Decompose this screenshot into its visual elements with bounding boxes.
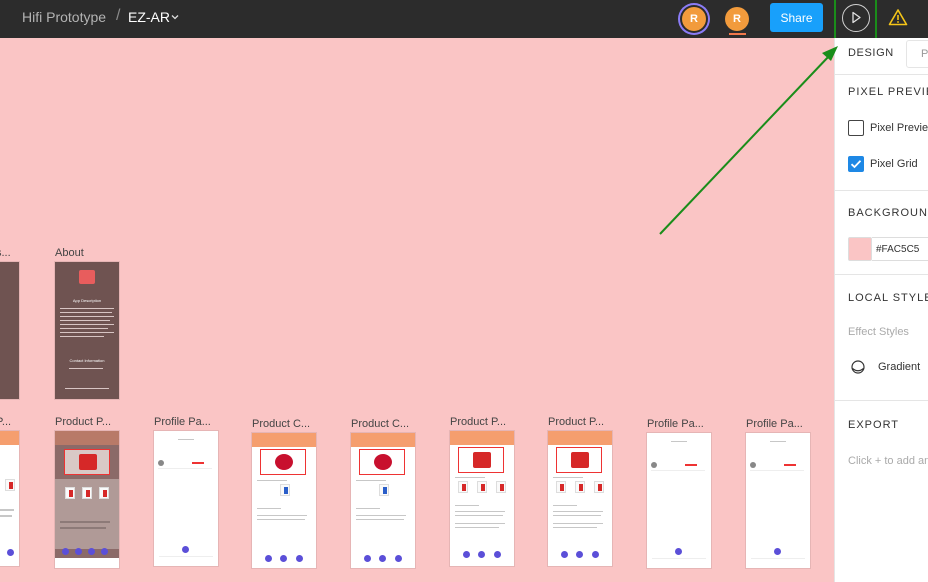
frame-profile-page[interactable] [154, 431, 218, 566]
frame-label[interactable]: P... [0, 416, 11, 428]
frame-product-page[interactable] [55, 431, 119, 568]
frame-label-about[interactable]: About [55, 247, 84, 259]
frame-label[interactable]: Product C... [351, 418, 409, 430]
background-hex-input[interactable]: #FAC5C5 [872, 237, 928, 261]
tab-prototype[interactable]: P [906, 40, 928, 68]
breadcrumb-separator: / [116, 7, 121, 24]
breadcrumb-project[interactable]: Hifi Prototype [22, 9, 106, 25]
warning-icon[interactable] [888, 8, 908, 26]
frame-label[interactable]: Product P... [548, 416, 604, 428]
frame-partial[interactable] [0, 262, 19, 399]
chevron-down-icon[interactable] [171, 13, 179, 21]
frame-label[interactable]: Product P... [450, 416, 506, 428]
effect-style-icon [851, 360, 865, 374]
frame-product-page[interactable] [351, 433, 415, 568]
properties-panel: DESIGN P PIXEL PREVIEW Pixel Preview Pix… [834, 38, 928, 582]
avatar[interactable]: R [682, 7, 706, 31]
frame-label[interactable]: Profile Pa... [647, 418, 704, 430]
app-logo [79, 270, 95, 284]
about-title: App Description [72, 298, 102, 303]
frame-label[interactable]: Profile Pa... [154, 416, 211, 428]
pixel-preview-label[interactable]: Pixel Preview [870, 122, 928, 134]
design-canvas[interactable]: s... About App Description Contact Infor… [0, 38, 834, 582]
section-title-pixel-preview: PIXEL PREVIEW [848, 86, 928, 98]
section-title-local-styles: LOCAL STYLES [848, 292, 928, 304]
check-icon [850, 160, 862, 169]
frame-label[interactable]: s... [0, 247, 11, 259]
avatar[interactable]: R [725, 7, 749, 31]
share-button[interactable]: Share [770, 3, 823, 32]
frame-about[interactable]: App Description Contact Information [55, 262, 119, 399]
about-contact: Contact Information [69, 358, 105, 363]
pixel-grid-label[interactable]: Pixel Grid [870, 158, 918, 170]
background-color-swatch[interactable] [848, 237, 872, 261]
breadcrumb-file[interactable]: EZ-AR [128, 9, 170, 25]
pixel-preview-checkbox[interactable] [848, 120, 864, 136]
pixel-grid-checkbox[interactable] [848, 156, 864, 172]
avatar-indicator [729, 33, 746, 35]
section-title-background: BACKGROUND [848, 207, 928, 219]
frame-label[interactable]: Profile Pa... [746, 418, 803, 430]
frame-label[interactable]: Product C... [252, 418, 310, 430]
export-hint: Click + to add an export setting [848, 455, 928, 467]
tab-design[interactable]: DESIGN [848, 47, 894, 59]
section-title-export: EXPORT [848, 419, 900, 431]
frame-profile-page[interactable] [746, 433, 810, 568]
frame-label[interactable]: Product P... [55, 416, 111, 428]
frame-product-page[interactable] [450, 431, 514, 566]
frame-profile-page[interactable] [647, 433, 711, 568]
effect-styles-heading: Effect Styles [848, 326, 909, 338]
frame-product-page[interactable] [252, 433, 316, 568]
top-bar: Hifi Prototype / EZ-AR R R Share [0, 0, 928, 38]
effect-style-gradient[interactable]: Gradient [878, 361, 920, 373]
frame-partial[interactable] [0, 431, 19, 566]
frame-product-page[interactable] [548, 431, 612, 566]
